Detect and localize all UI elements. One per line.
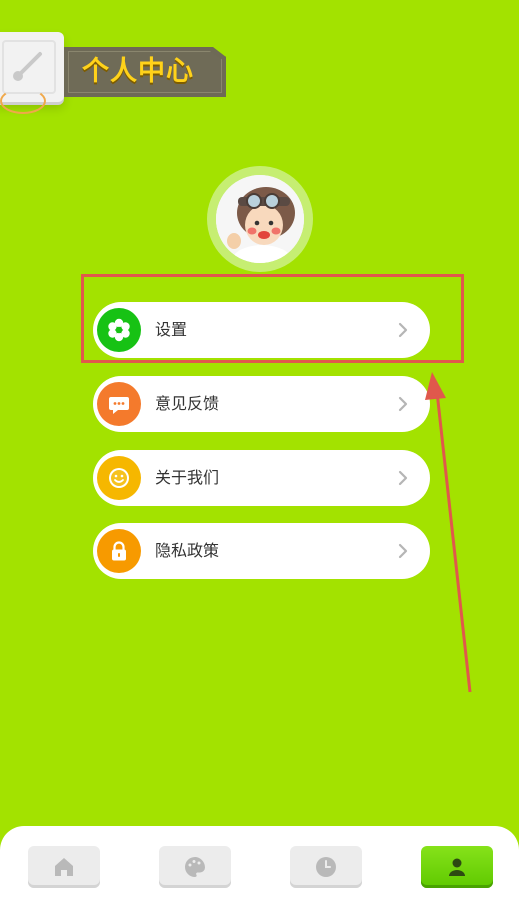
annotation-arrow [425, 372, 472, 693]
user-icon [449, 858, 465, 876]
palette-icon [185, 857, 205, 877]
clock-icon [316, 857, 336, 877]
bottom-nav [0, 826, 519, 907]
nav-profile-button[interactable] [421, 846, 493, 888]
nav-home-button[interactable] [28, 846, 100, 888]
home-icon [55, 858, 73, 876]
nav-palette-button[interactable] [159, 846, 231, 888]
nav-history-button[interactable] [290, 846, 362, 888]
